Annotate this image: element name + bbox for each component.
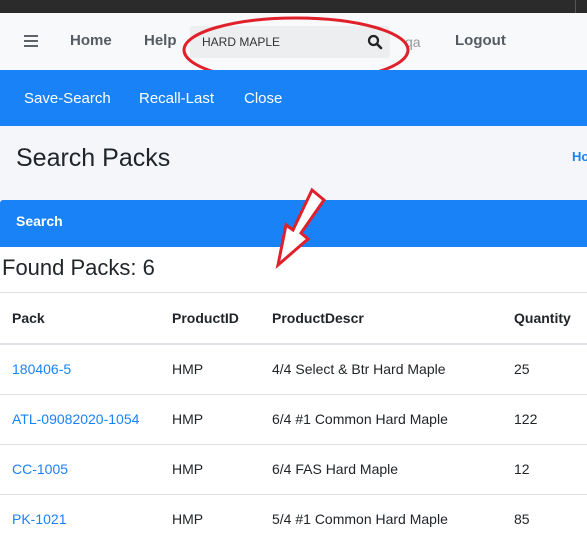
table-row: ATL-09082020-1054 HMP 6/4 #1 Common Hard… bbox=[0, 394, 587, 444]
partial-nav-text: qa bbox=[405, 34, 421, 50]
search-card-title: Search bbox=[16, 213, 63, 229]
page-title: Search Packs bbox=[16, 144, 171, 172]
product-descr-cell: 6/4 #1 Common Hard Maple bbox=[272, 411, 448, 427]
search-card-header[interactable]: Search bbox=[0, 200, 587, 247]
product-id-cell: HMP bbox=[172, 511, 204, 527]
hamburger-icon[interactable] bbox=[24, 35, 38, 48]
pack-link[interactable]: CC-1005 bbox=[12, 461, 68, 477]
pack-link[interactable]: PK-1021 bbox=[12, 511, 66, 527]
column-header-quantity: Quantity bbox=[514, 310, 571, 326]
quantity-cell: 12 bbox=[514, 461, 530, 477]
quantity-cell: 122 bbox=[514, 411, 538, 427]
table-row: CC-1005 HMP 6/4 FAS Hard Maple 12 bbox=[0, 444, 587, 494]
nav-help-link[interactable]: Help bbox=[144, 32, 177, 49]
search-box bbox=[190, 26, 390, 58]
recall-last-button[interactable]: Recall-Last bbox=[139, 90, 214, 107]
action-toolbar: Save-Search Recall-Last Close bbox=[0, 70, 587, 126]
product-descr-cell: 6/4 FAS Hard Maple bbox=[272, 461, 399, 477]
product-descr-cell: 5/4 #1 Common Hard Maple bbox=[272, 511, 448, 527]
search-input[interactable] bbox=[200, 32, 354, 52]
column-header-productid: ProductID bbox=[172, 310, 239, 326]
table-row: PK-1021 HMP 5/4 #1 Common Hard Maple 85 bbox=[0, 494, 587, 544]
table-header-row: Pack ProductID ProductDescr Quantity bbox=[0, 292, 587, 344]
column-header-pack: Pack bbox=[12, 310, 45, 326]
product-id-cell: HMP bbox=[172, 461, 204, 477]
save-search-button[interactable]: Save-Search bbox=[24, 90, 111, 107]
quantity-cell: 25 bbox=[514, 361, 530, 377]
pack-link[interactable]: ATL-09082020-1054 bbox=[12, 411, 139, 427]
search-icon[interactable] bbox=[367, 34, 383, 50]
close-button[interactable]: Close bbox=[244, 90, 282, 107]
breadcrumb-home-link[interactable]: Ho bbox=[572, 149, 587, 164]
pack-link[interactable]: 180406-5 bbox=[12, 361, 71, 377]
browser-top-strip bbox=[0, 0, 587, 13]
product-descr-cell: 4/4 Select & Btr Hard Maple bbox=[272, 361, 446, 377]
top-navbar: Home Help qa Logout bbox=[0, 13, 587, 70]
nav-home-link[interactable]: Home bbox=[70, 32, 112, 49]
found-packs-count: Found Packs: 6 bbox=[2, 255, 155, 280]
product-id-cell: HMP bbox=[172, 411, 204, 427]
product-id-cell: HMP bbox=[172, 361, 204, 377]
table-row: 180406-5 HMP 4/4 Select & Btr Hard Maple… bbox=[0, 344, 587, 394]
packs-table: Pack ProductID ProductDescr Quantity 180… bbox=[0, 292, 587, 544]
nav-logout-link[interactable]: Logout bbox=[455, 32, 506, 49]
column-header-productdescr: ProductDescr bbox=[272, 310, 364, 326]
quantity-cell: 85 bbox=[514, 511, 530, 527]
